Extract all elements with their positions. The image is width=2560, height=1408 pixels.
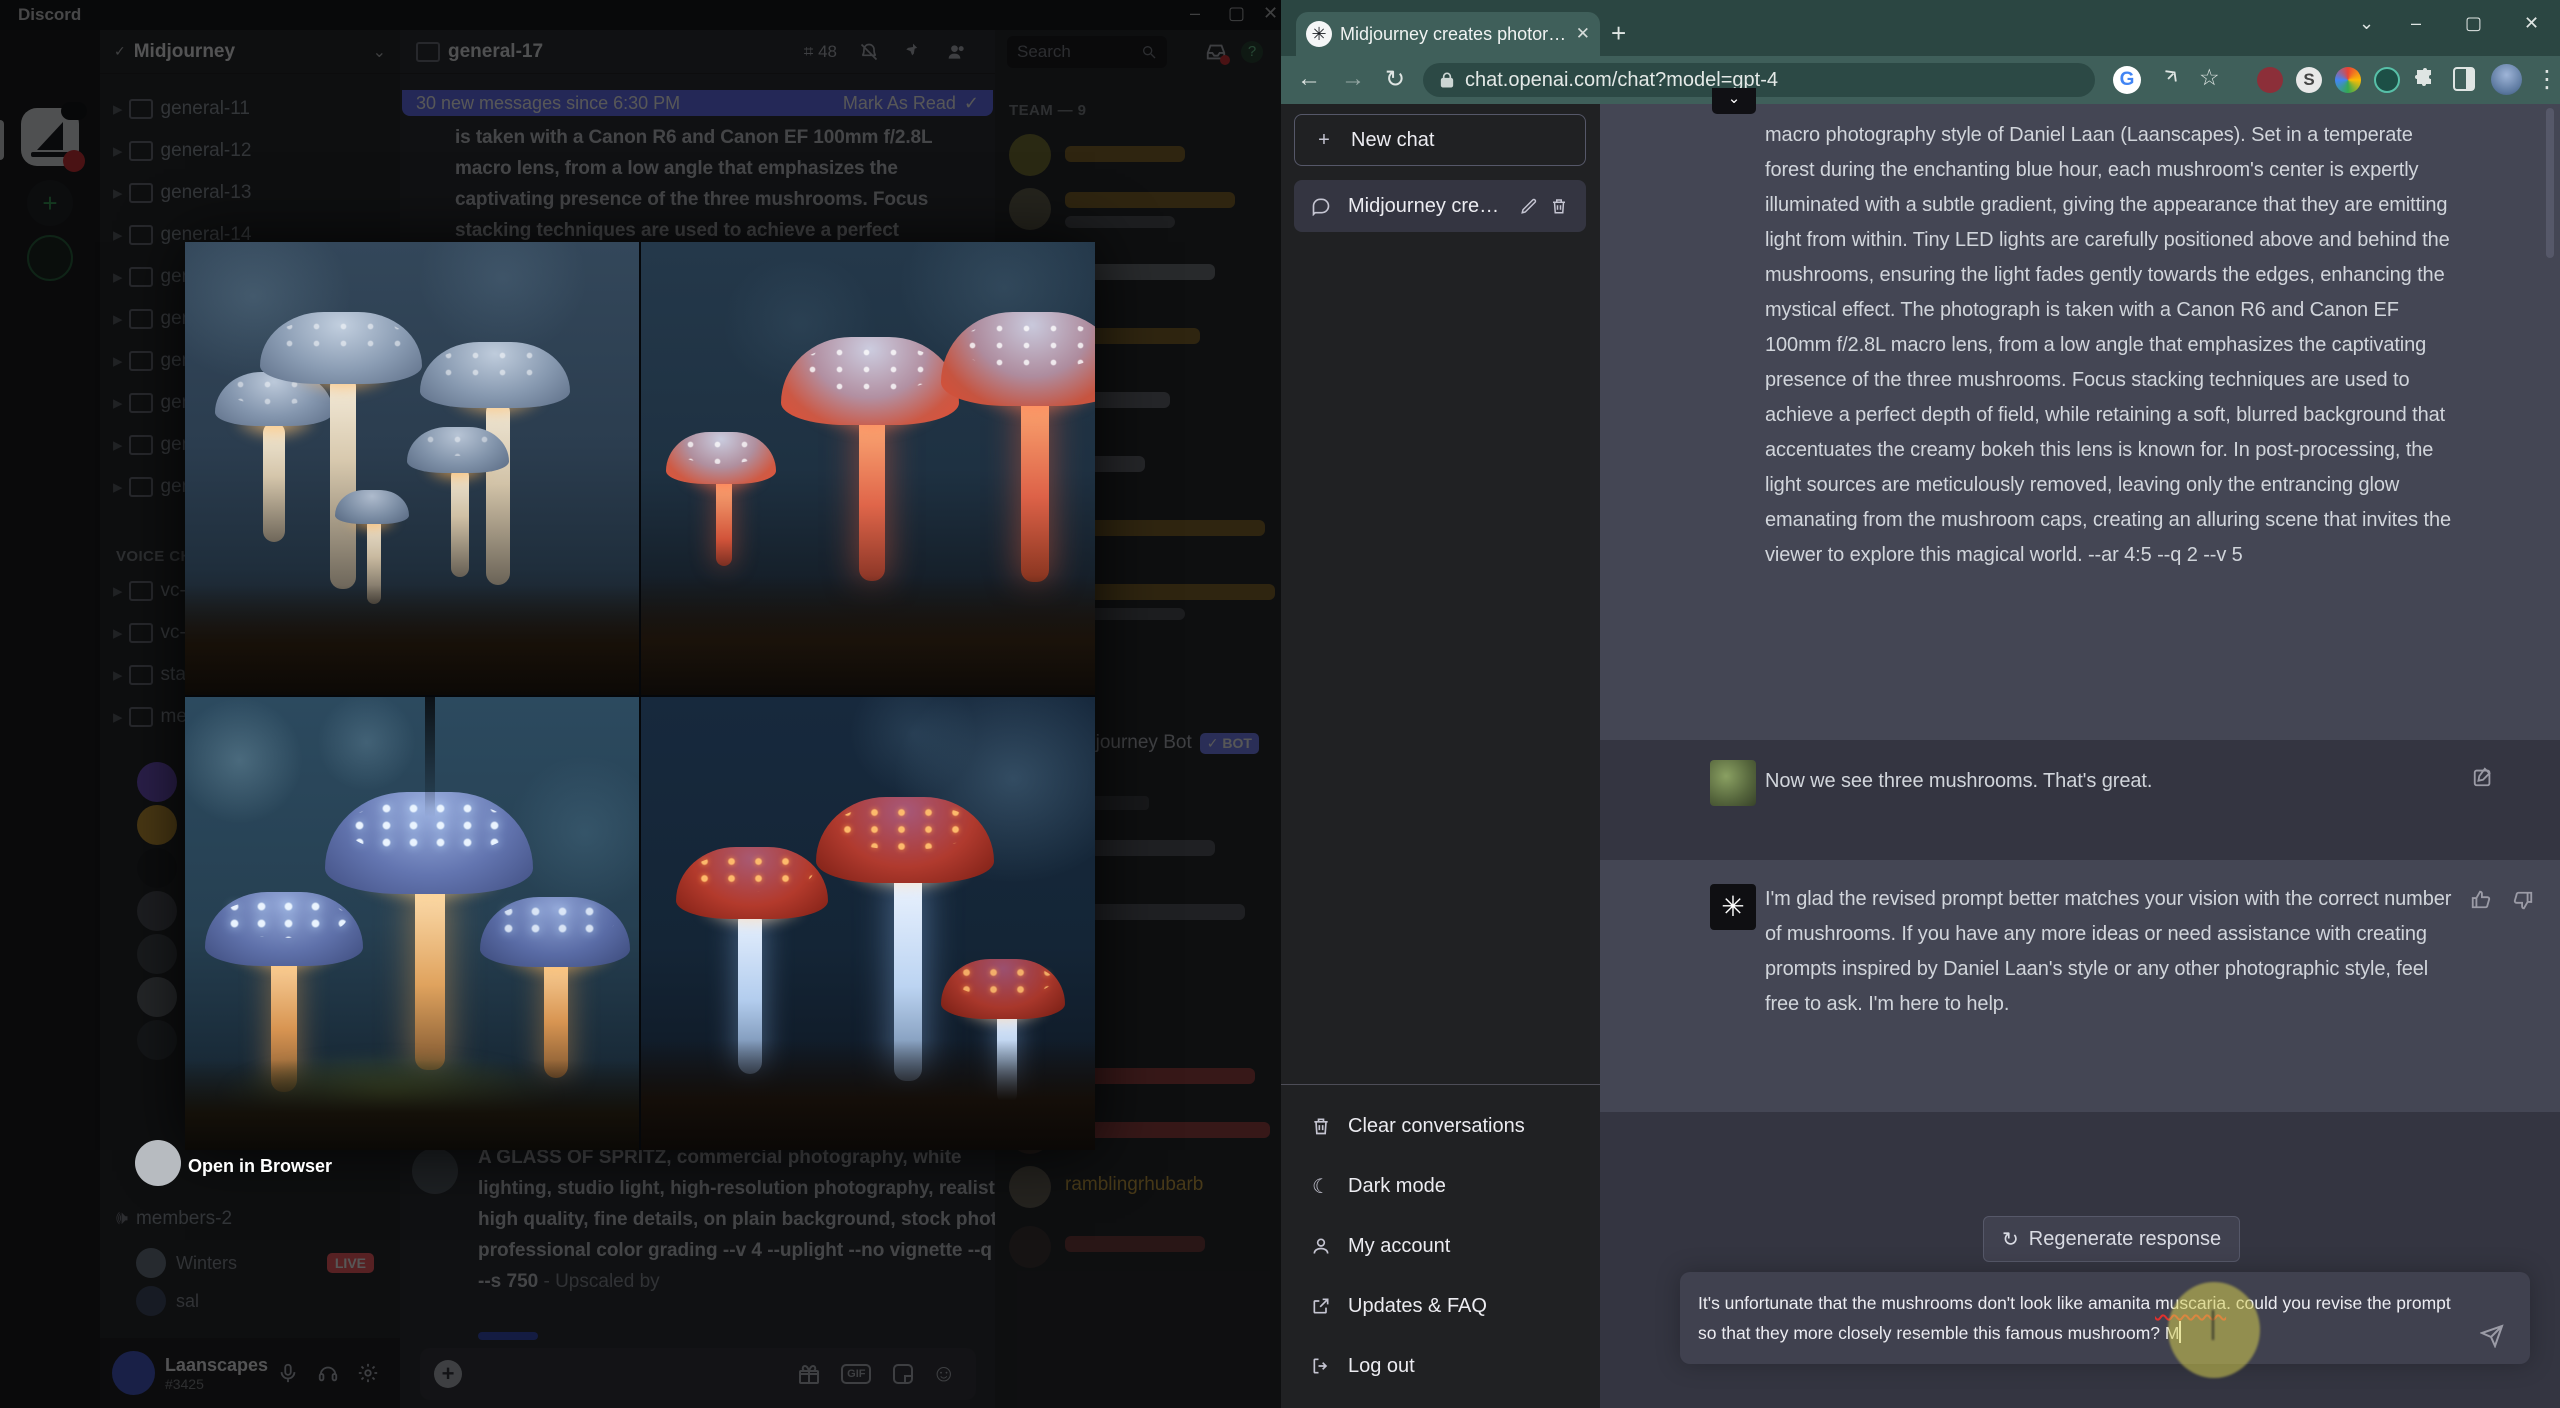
regenerate-icon: ↻ <box>2002 1228 2019 1251</box>
log-out-item[interactable]: Log out <box>1294 1340 1586 1392</box>
tab-close-icon[interactable]: ✕ <box>1576 24 1590 44</box>
chat-bubble-icon <box>1308 196 1334 216</box>
chatgpt-favicon: ✳ <box>1306 21 1332 47</box>
scrollbar-thumb[interactable] <box>2546 108 2554 258</box>
mouse-highlight-circle <box>2168 1282 2260 1378</box>
chrome-window: ✳ Midjourney creates photorealisti ✕ + ⌄… <box>1281 0 2560 1408</box>
grid-image-top-left <box>185 242 639 695</box>
forward-button[interactable]: → <box>1341 65 1365 93</box>
extension-icon-colorful[interactable] <box>2335 67 2361 93</box>
share-icon[interactable] <box>2159 66 2181 88</box>
chatgpt-main: ⌄ macro photography style of Daniel Laan… <box>1600 88 2560 1408</box>
browser-menu-icon[interactable]: ⋮ <box>2535 65 2559 94</box>
browser-tab[interactable]: ✳ Midjourney creates photorealisti ✕ <box>1296 12 1600 56</box>
open-in-browser-link[interactable]: Open in Browser <box>188 1156 332 1177</box>
extension-icon-s[interactable]: S <box>2296 67 2322 93</box>
screen: Discord – ▢ ✕ + ✓ Midjourney ⌄ <box>0 0 2560 1408</box>
chat-input-text: It's unfortunate that the mushrooms don'… <box>1698 1293 2451 1343</box>
chrome-close-button[interactable]: ✕ <box>2524 14 2539 32</box>
external-link-icon <box>1308 1296 1334 1316</box>
logout-icon <box>1308 1356 1334 1376</box>
openai-avatar: ✳ <box>1710 884 1756 930</box>
chat-input-box[interactable]: It's unfortunate that the mushrooms don'… <box>1680 1272 2530 1364</box>
chrome-toolbar: ← → ↻ chat.openai.com/chat?model=gpt-4 G… <box>1281 56 2560 104</box>
new-chat-button[interactable]: + New chat <box>1294 114 1586 166</box>
user-avatar <box>1710 760 1756 806</box>
thumbs-up-icon[interactable] <box>2470 888 2492 910</box>
chrome-maximize-button[interactable]: ▢ <box>2465 14 2482 32</box>
voice-member-avatar-bright[interactable] <box>135 1140 181 1186</box>
chrome-profile-chevron[interactable]: ⌄ <box>2359 14 2374 32</box>
edit-pencil-icon[interactable] <box>1516 197 1542 215</box>
chrome-minimize-button[interactable]: – <box>2411 14 2421 32</box>
send-icon[interactable] <box>2480 1324 2504 1348</box>
chrome-tabstrip: ✳ Midjourney creates photorealisti ✕ + ⌄… <box>1281 0 2560 56</box>
chatgpt-page: + New chat Midjourney creates pho <box>1281 88 2560 1408</box>
lock-icon <box>1439 71 1455 89</box>
clear-conversations-item[interactable]: Clear conversations <box>1294 1100 1586 1152</box>
grid-image-top-right <box>641 242 1095 695</box>
regenerate-response-button[interactable]: ↻ Regenerate response <box>1983 1216 2241 1262</box>
user-icon <box>1308 1236 1334 1256</box>
edit-message-icon[interactable] <box>2472 766 2494 788</box>
side-panel-icon[interactable] <box>2453 67 2475 91</box>
extension-icon-1[interactable] <box>2257 67 2283 93</box>
back-button[interactable]: ← <box>1297 65 1321 93</box>
conversation-title: Midjourney creates pho <box>1348 194 1508 217</box>
dark-mode-item[interactable]: ☾ Dark mode <box>1294 1160 1586 1212</box>
assistant-message-1: ⌄ macro photography style of Daniel Laan… <box>1600 88 2560 740</box>
profile-avatar[interactable] <box>2491 64 2522 95</box>
delete-trash-icon[interactable] <box>1546 197 1572 215</box>
assistant-avatar-partial: ⌄ <box>1712 88 1756 114</box>
midjourney-image-grid[interactable] <box>185 242 1095 1150</box>
trash-icon <box>1308 1116 1334 1136</box>
grid-image-bottom-left <box>185 697 639 1150</box>
my-account-item[interactable]: My account <box>1294 1220 1586 1272</box>
sidebar-divider <box>1281 1084 1600 1085</box>
grid-image-bottom-right <box>641 697 1095 1150</box>
tab-title: Midjourney creates photorealisti <box>1340 23 1568 44</box>
google-icon[interactable]: G <box>2113 66 2141 94</box>
assistant-message-2-text: I'm glad the revised prompt better match… <box>1765 888 2452 1015</box>
discord-window: Discord – ▢ ✕ + ✓ Midjourney ⌄ <box>0 0 1281 1408</box>
extension-icon-teal[interactable] <box>2374 67 2400 93</box>
moon-icon: ☾ <box>1312 1175 1330 1198</box>
updates-faq-item[interactable]: Updates & FAQ <box>1294 1280 1586 1332</box>
address-bar[interactable]: chat.openai.com/chat?model=gpt-4 <box>1423 63 2095 97</box>
bookmark-star-icon[interactable]: ☆ <box>2199 64 2220 91</box>
new-tab-button[interactable]: + <box>1611 18 1626 49</box>
refresh-button[interactable]: ↻ <box>1385 65 1405 94</box>
extensions-puzzle-icon[interactable] <box>2413 67 2437 91</box>
assistant-message-2: ✳ I'm glad the revised prompt better mat… <box>1600 860 2560 1112</box>
user-message-1-text: Now we see three mushrooms. That's great… <box>1765 770 2153 792</box>
chatgpt-sidebar: + New chat Midjourney creates pho <box>1281 104 1600 1408</box>
user-message-1: Now we see three mushrooms. That's great… <box>1600 740 2560 860</box>
conversation-item[interactable]: Midjourney creates pho <box>1294 180 1586 232</box>
plus-icon: + <box>1318 128 1330 151</box>
assistant-message-1-text: macro photography style of Daniel Laan (… <box>1765 124 2452 566</box>
thumbs-down-icon[interactable] <box>2512 890 2534 912</box>
